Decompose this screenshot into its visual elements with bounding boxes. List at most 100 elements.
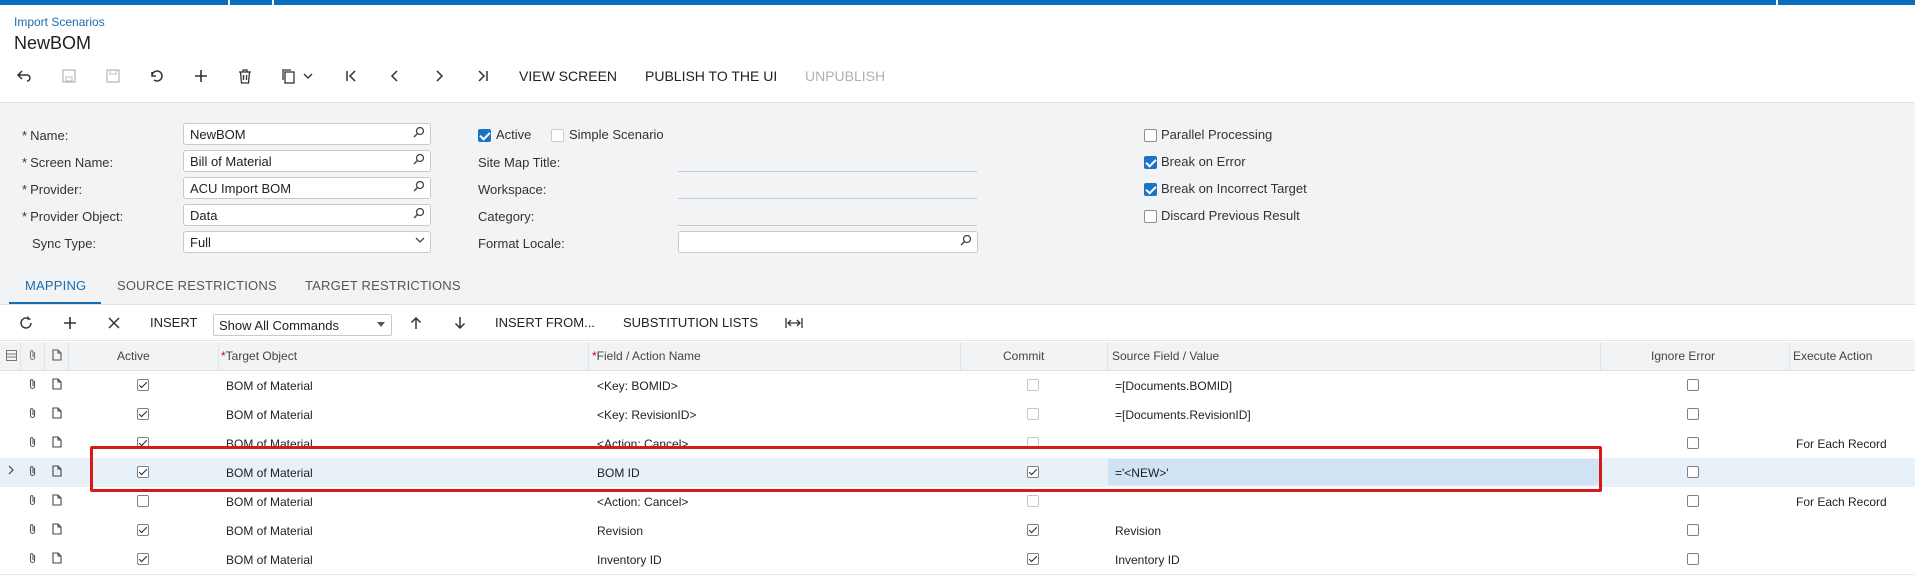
attachment-icon[interactable] [28,523,37,538]
site-map-title-field[interactable] [678,171,977,172]
commands-filter-select[interactable]: Show All Commands [213,314,392,336]
row-commit-checkbox[interactable] [1027,524,1039,536]
search-icon[interactable] [413,126,425,141]
note-icon[interactable] [52,552,62,567]
break-on-error-checkbox[interactable] [1144,156,1157,169]
provider-object-field[interactable]: Data [183,204,431,226]
attachment-icon[interactable] [28,494,37,509]
unpublish-button[interactable]: UNPUBLISH [805,68,885,84]
row-active-checkbox[interactable] [137,495,149,507]
view-screen-button[interactable]: VIEW SCREEN [519,68,617,84]
column-header-source-field[interactable]: Source Field / Value [1112,349,1219,363]
attachment-icon[interactable] [28,378,37,393]
table-row[interactable]: BOM of Material <Key: RevisionID> =[Docu… [0,400,1915,430]
row-commit-checkbox[interactable] [1027,553,1039,565]
note-icon[interactable] [52,523,62,538]
tab-mapping[interactable]: MAPPING [25,278,86,293]
column-header-commit[interactable]: Commit [1003,349,1044,363]
row-commit-checkbox[interactable] [1027,495,1039,507]
copy-paste-icon[interactable] [275,62,303,90]
sync-type-select[interactable]: Full [183,231,431,253]
target-object-cell[interactable]: BOM of Material [226,495,313,509]
attachment-icon[interactable] [28,552,37,567]
attachment-icon[interactable] [28,407,37,422]
field-action-cell[interactable]: <Action: Cancel> [597,495,688,509]
arrow-up-icon[interactable] [405,312,427,334]
name-field[interactable]: NewBOM [183,123,431,145]
format-locale-field[interactable] [678,231,978,253]
row-commit-checkbox[interactable] [1027,408,1039,420]
workspace-field[interactable] [678,198,977,199]
save-icon[interactable] [55,62,83,90]
discard-previous-result-checkbox[interactable] [1144,210,1157,223]
field-action-cell[interactable]: <Key: RevisionID> [597,408,696,422]
delete-icon[interactable] [231,62,259,90]
search-icon[interactable] [413,153,425,168]
break-on-incorrect-target-checkbox[interactable] [1144,183,1157,196]
target-object-cell[interactable]: BOM of Material [226,553,313,567]
column-header-execute-action[interactable]: Execute Action [1793,349,1872,363]
table-row[interactable]: BOM of Material <Key: BOMID> =[Documents… [0,371,1915,401]
row-ignore-error-checkbox[interactable] [1687,466,1699,478]
row-ignore-error-checkbox[interactable] [1687,524,1699,536]
close-icon[interactable] [103,312,125,334]
note-icon[interactable] [52,436,62,451]
breadcrumb[interactable]: Import Scenarios [14,15,105,29]
column-header-target-object[interactable]: *Target Object [221,349,297,363]
row-ignore-error-checkbox[interactable] [1687,553,1699,565]
field-action-cell[interactable]: <Key: BOMID> [597,379,678,393]
search-icon[interactable] [960,234,972,249]
target-object-cell[interactable]: BOM of Material [226,524,313,538]
attachment-icon[interactable] [28,436,37,451]
row-ignore-error-checkbox[interactable] [1687,495,1699,507]
note-icon[interactable] [52,407,62,422]
note-icon[interactable] [52,465,62,480]
source-field-cell[interactable]: =[Documents.BOMID] [1115,379,1232,393]
attachment-icon[interactable] [28,465,37,480]
add-icon[interactable] [59,312,81,334]
refresh-icon[interactable] [15,312,37,334]
field-action-cell[interactable]: Inventory ID [597,553,662,567]
parallel-processing-checkbox[interactable] [1144,129,1157,142]
substitution-lists-button[interactable]: SUBSTITUTION LISTS [623,315,758,330]
target-object-cell[interactable]: BOM of Material [226,408,313,422]
search-icon[interactable] [413,207,425,222]
note-icon[interactable] [52,494,62,509]
next-icon[interactable] [425,62,453,90]
simple-scenario-checkbox[interactable] [551,129,564,142]
first-icon[interactable] [337,62,365,90]
column-header-ignore-error[interactable]: Ignore Error [1651,349,1715,363]
add-icon[interactable] [187,62,215,90]
row-active-checkbox[interactable] [137,379,149,391]
column-header-field-action[interactable]: *Field / Action Name [592,349,701,363]
column-header-active[interactable]: Active [117,349,150,363]
row-selector-icon[interactable] [6,350,17,364]
target-object-cell[interactable]: BOM of Material [226,379,313,393]
insert-from-button[interactable]: INSERT FROM... [495,315,595,330]
source-field-cell[interactable]: =[Documents.RevisionID] [1115,408,1251,422]
arrow-down-icon[interactable] [449,312,471,334]
row-ignore-error-checkbox[interactable] [1687,437,1699,449]
table-row[interactable]: BOM of Material Inventory ID Inventory I… [0,545,1915,575]
publish-button[interactable]: PUBLISH TO THE UI [645,68,777,84]
source-field-cell[interactable]: Revision [1115,524,1161,538]
insert-button[interactable]: INSERT [150,315,197,330]
category-field[interactable] [678,225,977,226]
row-ignore-error-checkbox[interactable] [1687,408,1699,420]
tab-source-restrictions[interactable]: SOURCE RESTRICTIONS [117,278,277,293]
search-icon[interactable] [413,180,425,195]
fit-columns-icon[interactable] [783,312,805,334]
table-row[interactable]: BOM of Material Revision Revision [0,516,1915,546]
undo-icon[interactable] [143,62,171,90]
prev-icon[interactable] [381,62,409,90]
save-close-icon[interactable] [99,62,127,90]
provider-field[interactable]: ACU Import BOM [183,177,431,199]
back-icon[interactable] [10,62,38,90]
row-commit-checkbox[interactable] [1027,379,1039,391]
row-active-checkbox[interactable] [137,408,149,420]
note-icon[interactable] [52,378,62,393]
tab-target-restrictions[interactable]: TARGET RESTRICTIONS [305,278,461,293]
chevron-down-icon[interactable] [300,62,316,90]
execute-action-cell[interactable]: For Each Record [1796,495,1887,509]
execute-action-cell[interactable]: For Each Record [1796,437,1887,451]
